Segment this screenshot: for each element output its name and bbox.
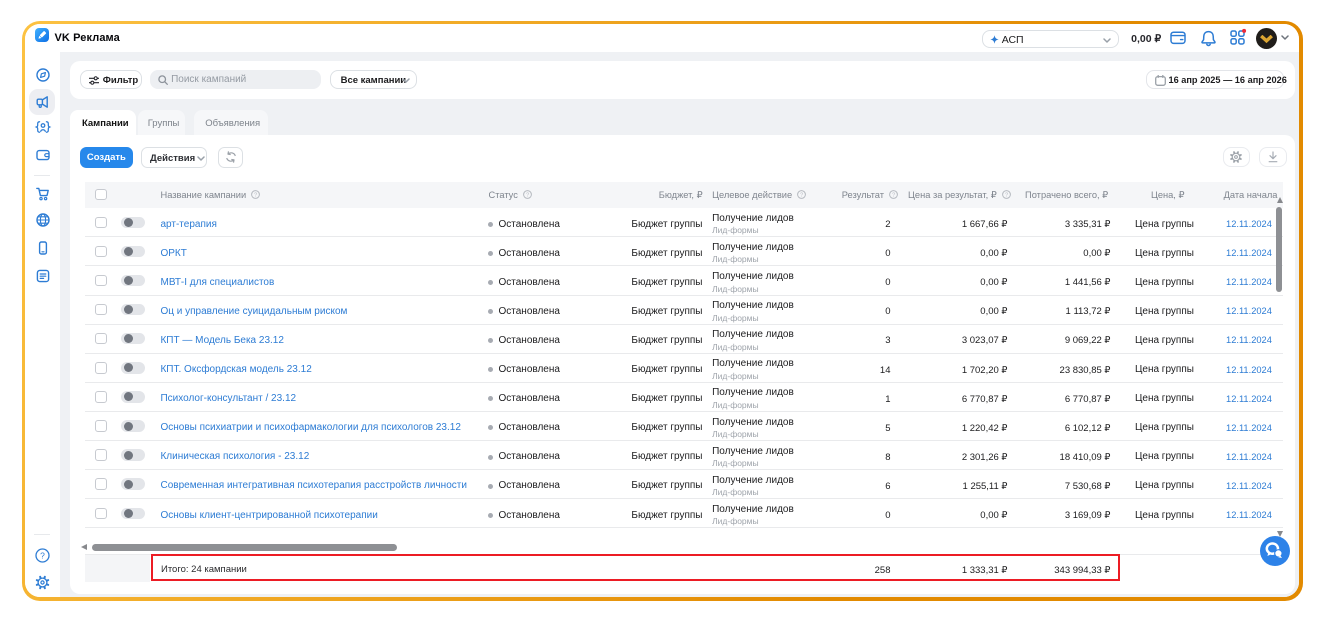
svg-text:?: ? [254, 193, 257, 199]
svg-text:?: ? [526, 193, 529, 199]
svg-text:?: ? [41, 550, 46, 560]
